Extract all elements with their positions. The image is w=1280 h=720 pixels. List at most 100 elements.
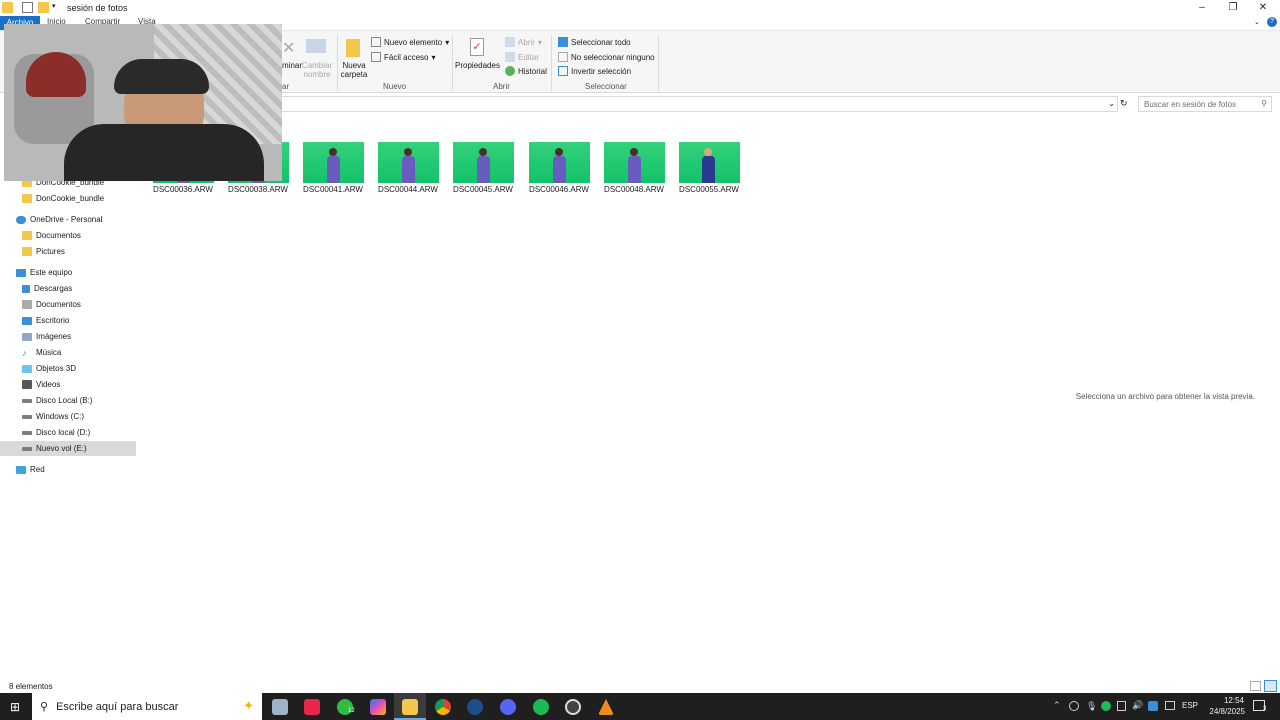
- select-none-button[interactable]: No seleccionar ninguno: [558, 52, 655, 62]
- close-button[interactable]: ✕: [1248, 0, 1278, 16]
- nav-item-windows-c[interactable]: Windows (C:): [0, 409, 136, 424]
- details-view-icon[interactable]: [1250, 681, 1261, 691]
- volume-icon[interactable]: 🔊: [1132, 700, 1143, 711]
- clock-date[interactable]: 24/8/2025: [1200, 707, 1245, 716]
- rename-icon: [306, 39, 326, 53]
- taskbar: ⊞ ⚲ Escribe aquí para buscar ✦ 12 ⌃ 🎙 🔊 …: [0, 693, 1280, 720]
- nav-item-pictures[interactable]: Pictures: [0, 244, 136, 259]
- new-item-button[interactable]: Nuevo elemento ▾: [371, 37, 449, 47]
- file-thumbnail: [452, 142, 514, 183]
- properties-button[interactable]: Propiedades: [455, 61, 500, 70]
- nav-item-disco-d[interactable]: Disco local (D:): [0, 425, 136, 440]
- start-icon[interactable]: ⊞: [10, 700, 20, 714]
- search-icon: ⚲: [1261, 99, 1267, 108]
- steam-icon[interactable]: [467, 699, 483, 715]
- nav-item-red[interactable]: Red: [0, 462, 136, 477]
- nav-item-nuevo-vol-e[interactable]: Nuevo vol (E:): [0, 441, 136, 456]
- ribbon-expand-icon[interactable]: ⌄: [1254, 18, 1260, 26]
- customize-quick-access-icon[interactable]: ▾: [52, 2, 56, 10]
- nav-item-doncookie-2[interactable]: DonCookie_bundle: [0, 191, 136, 206]
- taskbar-search-placeholder: Escribe aquí para buscar: [56, 700, 179, 713]
- nav-item-objetos-3d[interactable]: Objetos 3D: [0, 361, 136, 376]
- file-item[interactable]: DSC00041.ARW: [298, 142, 368, 194]
- discord-icon[interactable]: [500, 699, 516, 715]
- delete-button-partial[interactable]: minar: [282, 61, 302, 70]
- nav-item-documentos[interactable]: Documentos: [0, 297, 136, 312]
- spotify-icon[interactable]: [533, 699, 549, 715]
- invert-selection-button[interactable]: Invertir selección: [558, 66, 631, 76]
- open-button[interactable]: Abrir ▾: [505, 37, 542, 47]
- file-explorer-icon[interactable]: [402, 699, 418, 715]
- edit-button[interactable]: Editar: [505, 52, 539, 62]
- file-item[interactable]: DSC00045.ARW: [448, 142, 518, 194]
- video-icon: [22, 380, 32, 389]
- task-view-icon[interactable]: [272, 699, 288, 715]
- navigation-pane: DonCookie_bundle DonCookie_bundle OneDri…: [0, 116, 137, 676]
- drive-icon: [22, 398, 32, 403]
- folder-icon: [22, 231, 32, 240]
- nav-item-descargas[interactable]: Descargas: [0, 281, 136, 296]
- usb-icon[interactable]: [1117, 701, 1126, 711]
- nav-item-label: OneDrive - Personal: [30, 215, 103, 224]
- organize-group-label: ar: [282, 82, 290, 91]
- file-item[interactable]: DSC00044.ARW: [373, 142, 443, 194]
- tray-overflow-icon[interactable]: ⌃: [1053, 700, 1061, 711]
- obs-icon[interactable]: [565, 699, 581, 715]
- tray-app-icon[interactable]: [1069, 701, 1079, 711]
- microphone-icon[interactable]: 🎙: [1086, 701, 1097, 712]
- history-button[interactable]: Historial: [505, 66, 547, 76]
- documents-icon: [22, 300, 32, 309]
- nav-item-disco-b[interactable]: Disco Local (B:): [0, 393, 136, 408]
- nav-item-musica[interactable]: ♪ Música: [0, 345, 136, 360]
- clock-time[interactable]: 12:54: [1204, 696, 1244, 705]
- file-thumbnail: [302, 142, 364, 183]
- nav-item-label: Pictures: [36, 247, 65, 256]
- select-all-button[interactable]: Seleccionar todo: [558, 37, 631, 47]
- new-folder-button[interactable]: Nueva carpeta: [338, 61, 370, 79]
- open-label: Abrir: [518, 37, 535, 47]
- nav-item-imagenes[interactable]: Imágenes: [0, 329, 136, 344]
- nav-item-escritorio[interactable]: Escritorio: [0, 313, 136, 328]
- large-icons-view-icon[interactable]: [1264, 680, 1277, 692]
- nav-item-onedrive-documentos[interactable]: Documentos: [0, 228, 136, 243]
- select-all-label: Seleccionar todo: [571, 37, 631, 47]
- maximize-button[interactable]: ❐: [1218, 0, 1248, 16]
- easy-access-button[interactable]: Fácil acceso ▾: [371, 52, 435, 62]
- properties-icon: ✓: [470, 38, 484, 56]
- steam-tray-icon[interactable]: [1148, 701, 1158, 711]
- network-icon[interactable]: [1165, 701, 1175, 710]
- language-indicator[interactable]: ESP: [1182, 701, 1198, 710]
- music-app-icon[interactable]: [304, 699, 320, 715]
- vlc-icon[interactable]: [598, 699, 614, 715]
- refresh-icon[interactable]: ↻: [1120, 98, 1128, 109]
- minimize-button[interactable]: –: [1187, 0, 1217, 16]
- whatsapp-badge: 12: [348, 708, 355, 714]
- properties-quick-icon[interactable]: [22, 2, 33, 13]
- taskbar-search-input[interactable]: ⚲ Escribe aquí para buscar ✦: [32, 693, 262, 720]
- file-thumbnail: [678, 142, 740, 183]
- search-input[interactable]: Buscar en sesión de fotos ⚲: [1138, 96, 1272, 112]
- nav-item-label: Música: [36, 348, 62, 357]
- preview-message: Selecciona un archivo para obtener la vi…: [1075, 392, 1255, 401]
- file-item[interactable]: DSC00048.ARW: [599, 142, 669, 194]
- status-bar: 8 elementos: [0, 680, 1280, 693]
- nav-item-este-equipo[interactable]: Este equipo: [0, 265, 136, 280]
- select-group-label: Seleccionar: [585, 82, 627, 91]
- file-item[interactable]: DSC00046.ARW: [524, 142, 594, 194]
- select-all-icon: [558, 37, 568, 47]
- drive-icon: [22, 446, 32, 451]
- nav-item-videos[interactable]: Videos: [0, 377, 136, 392]
- copilot-icon[interactable]: [370, 699, 386, 715]
- nav-item-onedrive[interactable]: OneDrive - Personal: [0, 212, 136, 227]
- address-field[interactable]: ⌄: [280, 96, 1118, 112]
- help-icon[interactable]: ?: [1267, 17, 1277, 27]
- spotify-tray-icon[interactable]: [1101, 701, 1111, 711]
- file-item[interactable]: DSC00055.ARW: [674, 142, 744, 194]
- rename-button[interactable]: Cambiar nombre: [300, 61, 334, 79]
- new-item-icon: [371, 37, 381, 47]
- music-icon: ♪: [22, 347, 27, 358]
- chrome-icon[interactable]: [435, 699, 451, 715]
- address-dropdown-icon[interactable]: ⌄: [1108, 99, 1115, 108]
- network-icon: [16, 465, 26, 474]
- new-folder-quick-icon[interactable]: [38, 2, 49, 13]
